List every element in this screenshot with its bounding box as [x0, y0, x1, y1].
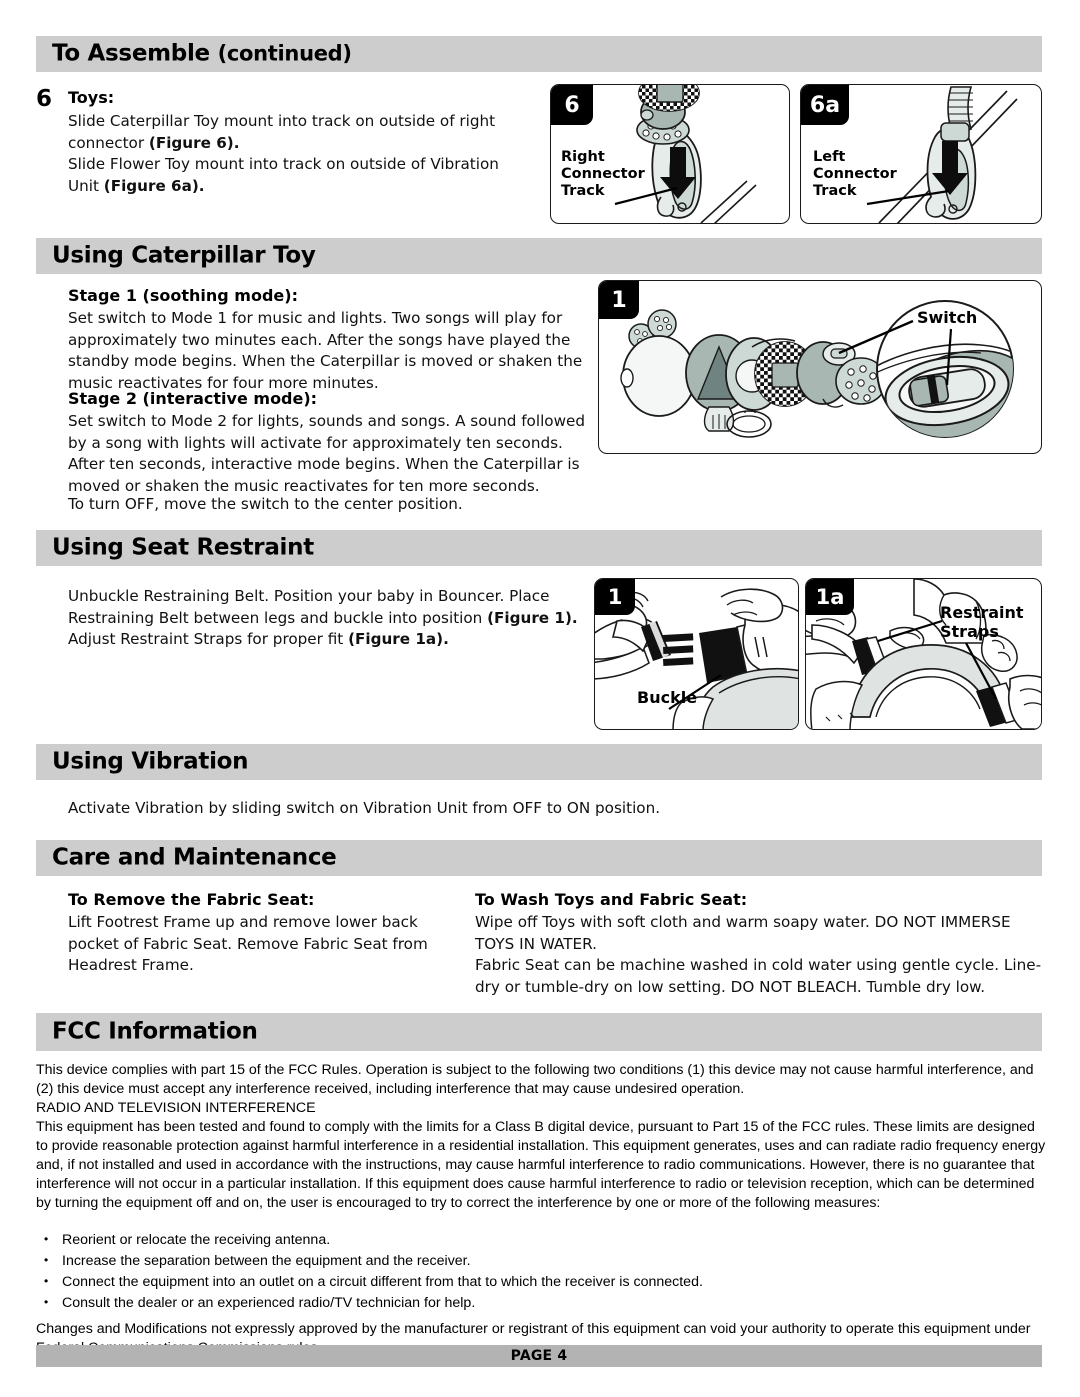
fcc-paragraph-1: This device complies with part 15 of the… — [36, 1062, 1034, 1097]
section-header-care: Care and Maintenance — [36, 840, 1042, 876]
section-title-main: To Assemble — [52, 40, 210, 67]
figure-buckle-box: 1 Buckle — [594, 578, 799, 730]
figure-straps-label: Restraint Straps — [940, 603, 1024, 641]
figure-6-box: 6 Right Connector Track — [550, 84, 790, 224]
page-number-label: PAGE 4 — [510, 1348, 568, 1364]
section-title-vibration: Using Vibration — [52, 748, 249, 775]
section-title-care: Care and Maintenance — [52, 844, 337, 871]
figure-6a-label: Left Connector Track — [813, 149, 897, 199]
assemble-para1-figref: (Figure 6). — [148, 133, 240, 152]
care-col1-body: Lift Footrest Frame up and remove lower … — [68, 913, 428, 974]
figure-caterpillar-box: 1 Switch — [598, 280, 1042, 454]
section-header-fcc: FCC Information — [36, 1013, 1042, 1051]
figure-caterpillar-number: 1 — [599, 281, 639, 319]
restraint-body: Unbuckle Restraining Belt. Position your… — [68, 586, 588, 651]
figure-6-label: Right Connector Track — [561, 149, 645, 199]
step-heading-toys: Toys: — [68, 88, 115, 107]
figure-buckle-label: Buckle — [637, 688, 698, 707]
restraint-figref-1a: (Figure 1a). — [348, 630, 449, 648]
section-header-caterpillar: Using Caterpillar Toy — [36, 238, 1042, 274]
vibration-body: Activate Vibration by sliding switch on … — [68, 799, 661, 817]
stage-2-body: Set switch to Mode 2 for lights, sounds … — [68, 412, 585, 495]
figure-straps-box: 1a Restraint Straps — [805, 578, 1042, 730]
page-footer: PAGE 4 — [36, 1345, 1042, 1367]
care-col2-body-1: Wipe off Toys with soft cloth and warm s… — [475, 913, 1011, 953]
section-title-to-assemble: To Assemble (continued) — [52, 40, 352, 66]
stage-1-heading: Stage 1 (soothing mode): — [68, 286, 298, 305]
stage-1-body: Set switch to Mode 1 for music and light… — [68, 309, 583, 392]
figure-caterpillar-label: Switch — [917, 308, 978, 327]
figure-6a-number: 6a — [801, 85, 849, 125]
figure-buckle-number: 1 — [595, 579, 635, 615]
fcc-subheading-radio-tv: RADIO AND TELEVISION INTERFERENCE — [36, 1100, 316, 1116]
restraint-body-text-1: Unbuckle Restraining Belt. Position your… — [68, 587, 550, 627]
section-title-seat-restraint: Using Seat Restraint — [52, 534, 314, 561]
restraint-body-text-2: Adjust Restraint Straps for proper fit — [68, 630, 349, 648]
fcc-measures-list: Reorient or relocate the receiving anten… — [36, 1229, 1042, 1314]
assemble-paragraph-2: Slide Flower Toy mount into track on out… — [68, 154, 528, 197]
figure-6a-box: 6a Left Connector Track — [800, 84, 1042, 224]
step-number-6: 6 — [36, 86, 53, 112]
list-item: Reorient or relocate the receiving anten… — [36, 1229, 1042, 1251]
section-header-to-assemble: To Assemble (continued) — [36, 36, 1042, 72]
list-item: Increase the separation between the equi… — [36, 1250, 1042, 1272]
assemble-paragraph-1: Slide Caterpillar Toy mount into track o… — [68, 111, 528, 154]
caterpillar-off-note: To turn OFF, move the switch to the cent… — [68, 495, 463, 513]
fcc-paragraph-2: This equipment has been tested and found… — [36, 1119, 1046, 1211]
assemble-para2-figref: (Figure 6a). — [103, 176, 205, 195]
section-title-fcc: FCC Information — [52, 1018, 258, 1045]
care-col1-heading: To Remove the Fabric Seat: — [68, 890, 315, 909]
figure-straps-number: 1a — [806, 579, 854, 615]
section-header-seat-restraint: Using Seat Restraint — [36, 530, 1042, 566]
assemble-para1-text: Slide Caterpillar Toy mount into track o… — [68, 112, 496, 152]
restraint-figref-1: (Figure 1). — [487, 608, 578, 627]
care-col2-heading: To Wash Toys and Fabric Seat: — [475, 890, 748, 909]
care-col2-body-2: Fabric Seat can be machine washed in col… — [475, 956, 1042, 996]
section-header-vibration: Using Vibration — [36, 744, 1042, 780]
section-title-caterpillar: Using Caterpillar Toy — [52, 242, 316, 269]
list-item: Consult the dealer or an experienced rad… — [36, 1292, 1042, 1314]
manual-page: To Assemble (continued) 6 Toys: Slide Ca… — [0, 0, 1080, 1397]
figure-caterpillar-illustration — [620, 300, 1014, 438]
figure-6-number: 6 — [551, 85, 593, 125]
list-item: Connect the equipment into an outlet on … — [36, 1271, 1042, 1293]
section-title-continued: (continued) — [217, 41, 352, 66]
stage-2-heading: Stage 2 (interactive mode): — [68, 389, 318, 408]
